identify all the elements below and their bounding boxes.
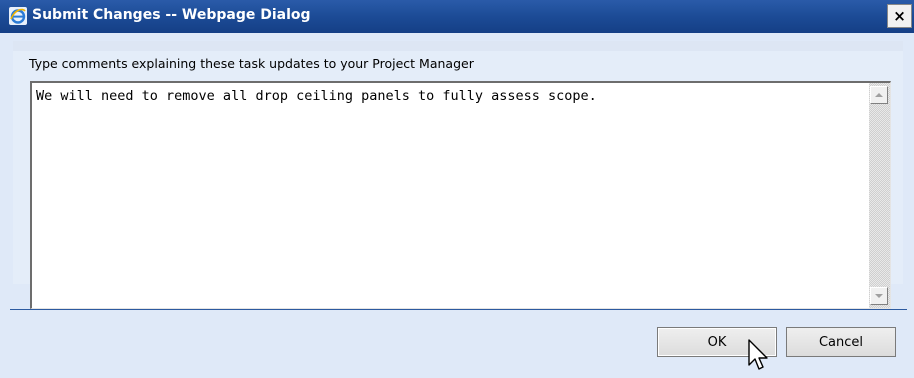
close-icon: × xyxy=(893,7,906,25)
cancel-button[interactable]: Cancel xyxy=(786,327,896,357)
textarea-scrollbar[interactable] xyxy=(869,83,890,308)
scroll-down-arrow-icon xyxy=(875,294,883,298)
mouse-pointer-icon xyxy=(748,339,768,370)
comment-prompt-label: Type comments explaining these task upda… xyxy=(29,56,474,71)
button-separator xyxy=(10,309,907,310)
comment-textarea[interactable]: We will need to remove all drop ceiling … xyxy=(30,81,891,309)
scroll-up-button[interactable] xyxy=(870,86,888,104)
scroll-up-arrow-icon xyxy=(875,93,883,97)
internet-explorer-icon xyxy=(9,7,27,25)
panel-header-strip xyxy=(13,41,903,51)
dialog-window: Submit Changes -- Webpage Dialog × Type … xyxy=(0,0,914,378)
dialog-title: Submit Changes -- Webpage Dialog xyxy=(32,7,311,23)
comment-panel: Type comments explaining these task upda… xyxy=(13,41,903,309)
title-bar[interactable]: Submit Changes -- Webpage Dialog × xyxy=(0,0,914,33)
scroll-down-button[interactable] xyxy=(870,287,888,305)
comment-text: We will need to remove all drop ceiling … xyxy=(36,88,597,104)
close-button[interactable]: × xyxy=(887,4,912,28)
